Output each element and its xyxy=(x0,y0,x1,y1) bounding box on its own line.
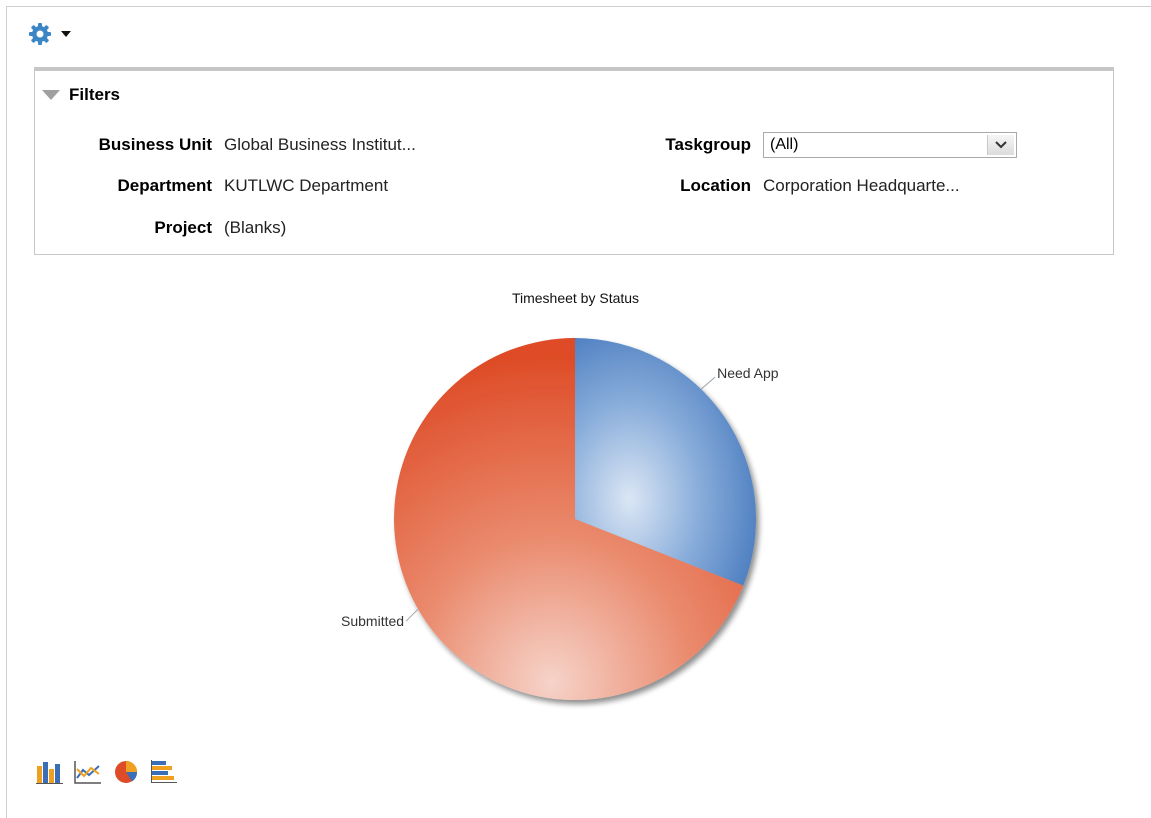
leader-line xyxy=(405,608,419,622)
leader-line xyxy=(700,376,716,390)
bar-chart-icon[interactable] xyxy=(36,760,64,789)
pie-chart: Need App Submitted xyxy=(341,338,779,701)
pie-chart-icon[interactable] xyxy=(112,760,140,789)
chart-type-switcher xyxy=(36,760,178,789)
horizontal-bar-chart-icon[interactable] xyxy=(150,760,178,789)
slice-label: Submitted xyxy=(341,613,404,629)
line-chart-icon[interactable] xyxy=(74,760,102,789)
slice-label: Need App xyxy=(717,365,779,381)
